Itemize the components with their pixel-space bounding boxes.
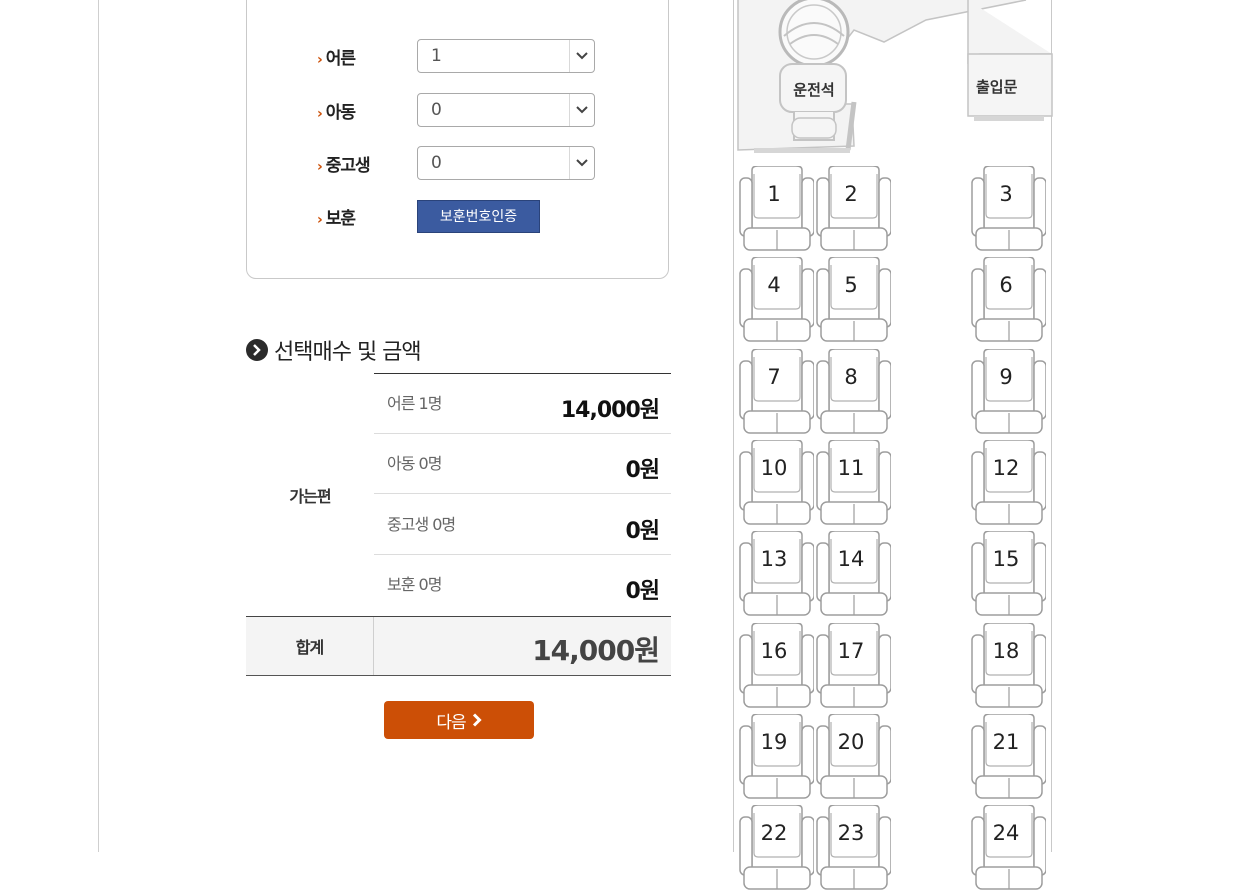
seat-9[interactable]: 9 <box>970 348 1046 435</box>
driver-seat-label: 운전석 <box>793 81 835 99</box>
next-button-label: 다음 <box>436 712 466 733</box>
chevron-right-circle-icon <box>246 339 268 361</box>
seat-number: 3 <box>999 182 1013 206</box>
seat-number: 24 <box>992 821 1020 846</box>
summary-row-amount: 0원 <box>625 579 660 604</box>
summary-row-label: 아동 0명 <box>387 454 442 473</box>
summary-row-label: 어른 1명 <box>387 394 442 413</box>
seat-number: 8 <box>844 364 858 389</box>
direction-label: 가는편 <box>289 486 331 506</box>
summary-row-amount: 0원 <box>625 458 660 483</box>
seat-20[interactable]: 20 <box>815 713 891 800</box>
child-count-select[interactable]: 0 <box>417 93 595 127</box>
student-count-select[interactable]: 0 <box>417 146 595 180</box>
seat-number: 6 <box>999 273 1013 298</box>
student-row: › 중고생 0 <box>317 146 595 180</box>
seat-7[interactable]: 7 <box>738 348 814 435</box>
seat-3[interactable]: 3 <box>970 166 1046 252</box>
chevron-down-icon <box>569 94 594 126</box>
seat-number: 2 <box>844 182 858 206</box>
seat-10[interactable]: 10 <box>738 439 814 526</box>
passenger-select-panel: › 어른 1 › 아동 0 › 중고생 0 › 보훈 보훈번호인증 <box>246 0 669 279</box>
seat-number: 20 <box>837 729 865 754</box>
seat-number: 7 <box>767 364 781 389</box>
adult-label: › 어른 <box>317 48 356 69</box>
seat-15[interactable]: 15 <box>970 531 1046 617</box>
student-label: › 중고생 <box>317 155 371 176</box>
seat-number: 11 <box>837 455 865 480</box>
chevron-down-icon <box>569 40 594 72</box>
student-count-value: 0 <box>431 153 442 173</box>
summary-row-student: 중고생 0명 0원 <box>374 495 671 555</box>
seat-number: 5 <box>844 273 858 298</box>
seat-number: 21 <box>992 729 1020 754</box>
seat-11[interactable]: 11 <box>815 439 891 526</box>
seat-number: 12 <box>992 455 1020 480</box>
summary-row-label: 보훈 0명 <box>387 575 442 594</box>
page-left-border <box>98 0 99 852</box>
bus-seat-map: 운전석 출입문 1 2 3 4 5 6 7 8 9 10 11 12 13 14 15 16 17 18 19 20 2… <box>733 0 1053 890</box>
seat-number: 16 <box>760 638 788 663</box>
adult-count-value: 1 <box>431 46 442 66</box>
veteran-row: › 보훈 보훈번호인증 <box>317 199 540 233</box>
seat-number: 17 <box>837 638 865 663</box>
seat-12[interactable]: 12 <box>970 439 1046 526</box>
seat-18[interactable]: 18 <box>970 622 1046 709</box>
arrow-icon: › <box>317 51 323 68</box>
seat-number: 14 <box>837 547 865 572</box>
arrow-icon: › <box>317 158 323 175</box>
total-amount: 14,000원 <box>532 634 660 667</box>
seat-number: 23 <box>837 821 865 846</box>
seat-1[interactable]: 1 <box>738 166 814 252</box>
total-label: 합계 <box>246 617 374 675</box>
summary-title: 선택매수 및 금액 <box>246 334 422 366</box>
child-count-value: 0 <box>431 100 442 120</box>
seat-number: 15 <box>992 547 1020 572</box>
seat-4[interactable]: 4 <box>738 257 814 343</box>
seat-6[interactable]: 6 <box>970 257 1046 343</box>
seat-number: 13 <box>760 547 788 572</box>
seat-number: 9 <box>999 364 1013 389</box>
door-label: 출입문 <box>976 78 1018 96</box>
summary-row-amount: 14,000원 <box>560 398 660 423</box>
seat-19[interactable]: 19 <box>738 713 814 800</box>
arrow-icon: › <box>317 211 323 228</box>
seat-24[interactable]: 24 <box>970 805 1046 891</box>
child-row: › 아동 0 <box>317 93 595 127</box>
summary-title-text: 선택매수 및 금액 <box>274 340 422 365</box>
seat-number: 1 <box>767 182 781 206</box>
seat-number: 18 <box>992 638 1020 663</box>
seat-16[interactable]: 16 <box>738 622 814 709</box>
summary-row-adult: 어른 1명 14,000원 <box>374 374 671 434</box>
seat-number: 22 <box>760 821 788 846</box>
seat-21[interactable]: 21 <box>970 713 1046 800</box>
next-button[interactable]: 다음 <box>384 701 534 739</box>
arrow-icon: › <box>317 105 323 122</box>
seat-2[interactable]: 2 <box>815 166 891 252</box>
veteran-label: › 보훈 <box>317 208 356 229</box>
summary-row-veteran: 보훈 0명 0원 <box>374 555 671 615</box>
chevron-right-icon <box>472 713 482 727</box>
seat-number: 4 <box>767 273 781 298</box>
seat-number: 19 <box>760 729 788 754</box>
seat-number: 10 <box>760 455 788 480</box>
adult-row: › 어른 1 <box>317 39 595 73</box>
summary-total-row: 합계 14,000원 <box>246 616 671 676</box>
summary-row-amount: 0원 <box>625 519 660 544</box>
child-label: › 아동 <box>317 102 356 123</box>
chevron-down-icon <box>569 147 594 179</box>
seat-8[interactable]: 8 <box>815 348 891 435</box>
seat-22[interactable]: 22 <box>738 805 814 891</box>
seat-13[interactable]: 13 <box>738 531 814 617</box>
adult-count-select[interactable]: 1 <box>417 39 595 73</box>
seat-23[interactable]: 23 <box>815 805 891 891</box>
summary-row-child: 아동 0명 0원 <box>374 434 671 494</box>
seat-5[interactable]: 5 <box>815 257 891 343</box>
seat-14[interactable]: 14 <box>815 531 891 617</box>
summary-row-label: 중고생 0명 <box>387 515 456 534</box>
seat-17[interactable]: 17 <box>815 622 891 709</box>
veteran-cert-button[interactable]: 보훈번호인증 <box>417 199 540 233</box>
